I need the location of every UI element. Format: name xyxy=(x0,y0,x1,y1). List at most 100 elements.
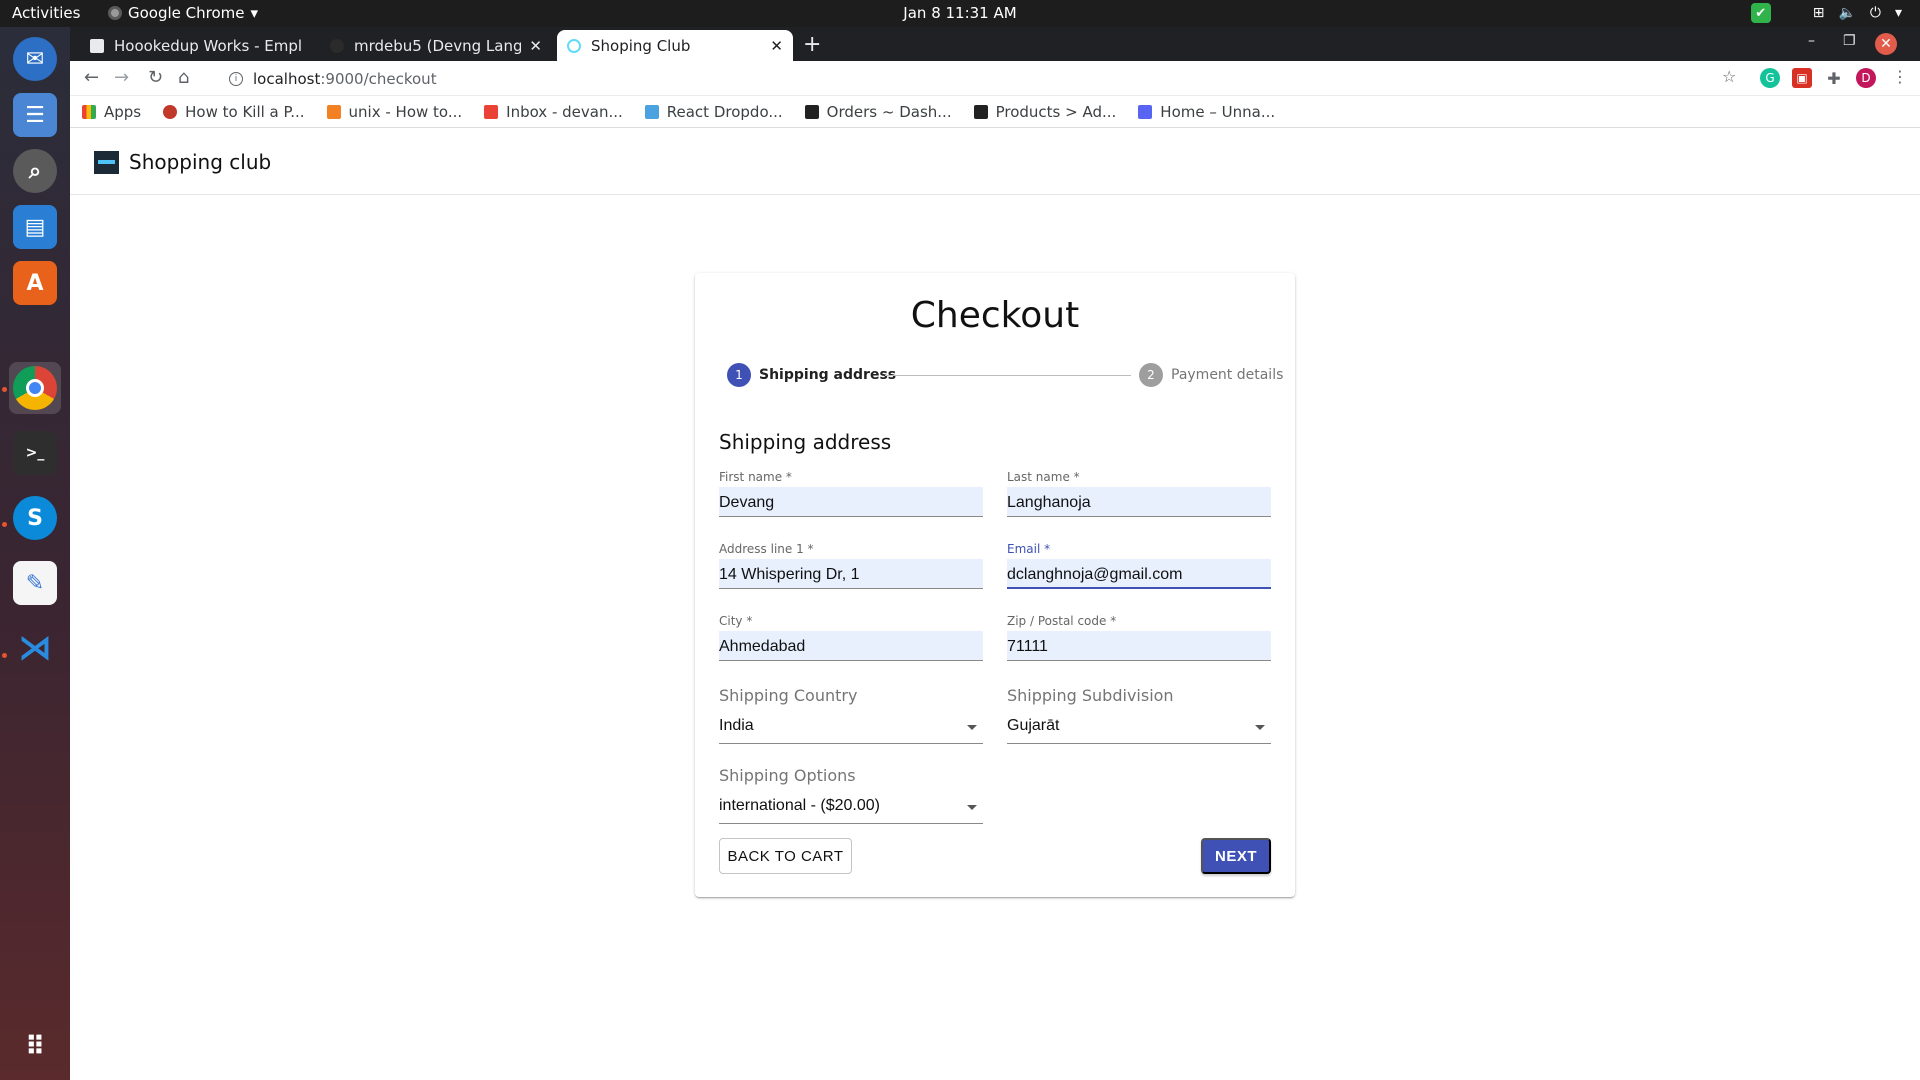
checkout-stepper: 1 Shipping address 2 Payment details xyxy=(727,363,1283,387)
new-tab-button[interactable]: + xyxy=(803,32,821,57)
browser-tab[interactable]: Hoookedup Works - Empl xyxy=(80,30,312,61)
bookmark-label: Orders ~ Dash... xyxy=(826,102,952,121)
system-tray[interactable]: ✔ ⊞ 🔈 ⏻ ▾ xyxy=(1750,3,1902,23)
address-bar[interactable]: i localhost:9000/checkout xyxy=(215,64,1785,93)
volume-icon[interactable]: 🔈 xyxy=(1838,5,1855,21)
email-input[interactable] xyxy=(1007,559,1271,589)
step-label: Payment details xyxy=(1171,367,1284,383)
search-launcher[interactable]: ⌕ xyxy=(9,145,61,197)
zip-input[interactable] xyxy=(1007,631,1271,661)
last-name-field: Last name * xyxy=(1007,470,1271,517)
gmail-icon xyxy=(484,104,499,119)
network-icon[interactable]: ⊞ xyxy=(1813,5,1825,21)
bookmark-item[interactable]: How to Kill a P... xyxy=(163,102,305,121)
chrome-small-icon xyxy=(108,6,122,20)
restore-icon[interactable]: ❐ xyxy=(1843,33,1856,49)
email-field: Email * xyxy=(1007,542,1271,589)
first-name-input[interactable] xyxy=(719,487,983,517)
running-indicator xyxy=(2,522,7,527)
bookmark-apps[interactable]: Apps xyxy=(82,103,141,121)
bookmark-item[interactable]: Products > Ad... xyxy=(973,102,1117,121)
step-label: Shipping address xyxy=(759,367,897,383)
chrome-launcher[interactable] xyxy=(9,362,61,414)
browser-tab[interactable]: mrdebu5 (Devng Langhar ✕ xyxy=(320,30,552,61)
minimize-icon[interactable]: – xyxy=(1808,33,1815,49)
bookmark-item[interactable]: Home – Unna... xyxy=(1138,103,1275,121)
email-label: Email * xyxy=(1007,542,1051,556)
skype-launcher[interactable]: S xyxy=(9,492,61,544)
reload-icon[interactable]: ↻ xyxy=(148,67,163,88)
app-menu-label: Google Chrome xyxy=(128,4,245,22)
city-input[interactable] xyxy=(719,631,983,661)
back-arrow-icon[interactable]: ← xyxy=(84,67,99,88)
next-button[interactable]: NEXT xyxy=(1201,838,1271,874)
shipping-options-value: international - ($20.00) xyxy=(719,797,880,814)
app-header: Shopping club xyxy=(70,128,1920,195)
bookmark-item[interactable]: Orders ~ Dash... xyxy=(804,102,952,121)
shipping-options-dropdown[interactable]: international - ($20.00) xyxy=(719,794,983,824)
back-to-cart-button[interactable]: BACK TO CART xyxy=(719,838,852,874)
first-name-field: First name * xyxy=(719,470,983,517)
puzzle-extensions-icon[interactable]: ✚ xyxy=(1824,68,1844,88)
shipping-subdivision-dropdown[interactable]: Gujarāt xyxy=(1007,714,1271,744)
writer-launcher[interactable]: ▤ xyxy=(9,201,61,253)
zip-label: Zip / Postal code * xyxy=(1007,614,1117,628)
extension-icon[interactable]: ▣ xyxy=(1792,68,1812,88)
vscode-launcher[interactable]: ⋊ xyxy=(9,622,61,674)
city-label: City * xyxy=(719,614,753,628)
first-name-label: First name * xyxy=(719,470,792,484)
skype-icon: S xyxy=(13,496,57,540)
terminal-icon: >_ xyxy=(13,431,57,475)
site-info-icon[interactable]: i xyxy=(229,71,243,86)
bookmark-favicon-icon xyxy=(973,104,988,119)
files-launcher[interactable]: ☰ xyxy=(9,89,61,141)
tab-title: Shoping Club xyxy=(591,36,691,55)
bookmark-label: Products > Ad... xyxy=(995,102,1117,121)
bookmark-favicon-icon xyxy=(644,104,659,119)
chevron-down-icon[interactable]: ▾ xyxy=(1895,5,1902,21)
bookmark-item[interactable]: unix - How to... xyxy=(326,102,463,121)
power-icon[interactable]: ⏻ xyxy=(1870,5,1881,21)
system-clock[interactable]: Jan 8 11:31 AM xyxy=(0,4,1920,22)
bookmark-label: React Dropdo... xyxy=(666,102,783,121)
react-icon xyxy=(567,38,581,53)
grammarly-extension-icon[interactable]: G xyxy=(1760,68,1780,88)
shipping-subdivision-value: Gujarāt xyxy=(1007,717,1060,734)
forward-arrow-icon[interactable]: → xyxy=(114,67,129,88)
home-icon[interactable]: ⌂ xyxy=(178,67,189,88)
bookmark-favicon-icon xyxy=(163,104,178,119)
brand-name[interactable]: Shopping club xyxy=(129,150,271,174)
software-launcher[interactable]: A xyxy=(9,257,61,309)
browser-tab-active[interactable]: Shoping Club ✕ xyxy=(557,30,793,61)
tab-favicon-icon xyxy=(90,38,104,53)
shop-logo-icon[interactable] xyxy=(94,151,119,174)
software-store-icon: A xyxy=(13,261,57,305)
shipping-country-dropdown[interactable]: India xyxy=(719,714,983,744)
show-apps-button[interactable]: ⠿ xyxy=(9,1021,61,1073)
address-line-1-input[interactable] xyxy=(719,559,983,589)
window-close-icon[interactable]: ✕ xyxy=(1875,33,1897,55)
bookmark-star-icon[interactable]: ☆ xyxy=(1722,67,1736,86)
running-indicator xyxy=(2,387,7,392)
kebab-menu-icon[interactable]: ⋮ xyxy=(1892,67,1908,86)
bookmark-label: unix - How to... xyxy=(348,102,463,121)
app-menu[interactable]: Google Chrome ▾ xyxy=(108,4,258,22)
page-title: Checkout xyxy=(910,295,1080,336)
close-icon[interactable]: ✕ xyxy=(770,37,783,55)
shipping-options-select: Shipping Options international - ($20.00… xyxy=(719,766,983,824)
pencil-icon: ✎ xyxy=(13,561,57,605)
update-check-icon[interactable]: ✔ xyxy=(1750,3,1771,23)
activities-button[interactable]: Activities xyxy=(12,4,80,22)
thunderbird-launcher[interactable]: ✉ xyxy=(9,33,61,85)
text-editor-launcher[interactable]: ✎ xyxy=(9,557,61,609)
terminal-launcher[interactable]: >_ xyxy=(9,427,61,479)
bookmark-label: How to Kill a P... xyxy=(185,102,305,121)
bookmark-item[interactable]: Inbox - devan... xyxy=(484,103,623,121)
bookmark-item[interactable]: React Dropdo... xyxy=(644,102,783,121)
close-icon[interactable]: ✕ xyxy=(529,37,542,55)
dropdown-arrow-icon xyxy=(967,725,977,730)
shipping-country-select: Shipping Country India xyxy=(719,686,983,744)
shipping-subdivision-label: Shipping Subdivision xyxy=(1007,686,1174,705)
last-name-input[interactable] xyxy=(1007,487,1271,517)
profile-avatar[interactable]: D xyxy=(1856,68,1876,88)
